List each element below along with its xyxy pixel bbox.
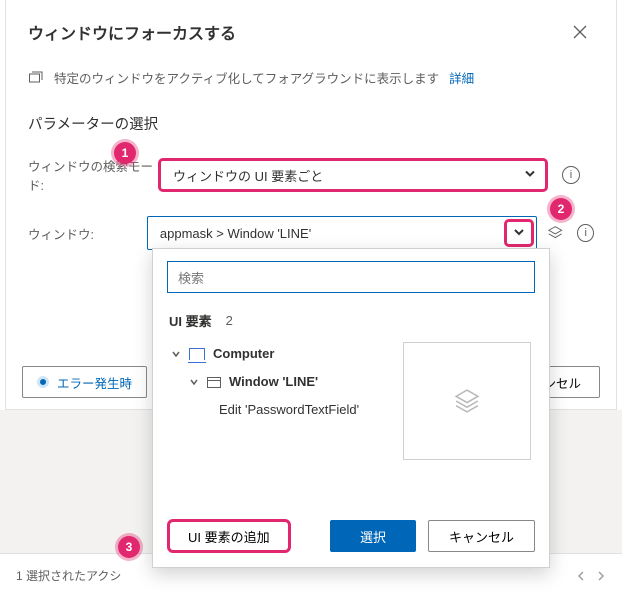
preview-box <box>403 342 531 460</box>
window-label: ウィンドウ: <box>28 224 147 243</box>
tree-node-label: Computer <box>213 340 274 368</box>
tree-node-window[interactable]: Window 'LINE' <box>167 368 363 396</box>
ui-elements-header: UI 要素 2 <box>169 311 535 330</box>
search-mode-select[interactable]: ウィンドウの UI 要素ごと <box>158 158 548 192</box>
monitor-icon <box>189 348 205 360</box>
search-placeholder: 検索 <box>178 268 204 287</box>
info-icon[interactable]: i <box>577 224 594 242</box>
tree-node-label: Edit 'PasswordTextField' <box>219 396 359 424</box>
info-icon[interactable]: i <box>562 166 580 184</box>
popover-cancel-button[interactable]: キャンセル <box>428 520 535 552</box>
on-error-button[interactable]: エラー発生時 <box>22 366 147 398</box>
window-row: ウィンドウ: appmask > Window 'LINE' i <box>28 216 594 250</box>
tree-node-leaf[interactable]: Edit 'PasswordTextField' <box>167 396 363 424</box>
parameters-section-title: パラメーターの選択 <box>28 113 594 134</box>
window-stack-icon <box>28 70 44 86</box>
dialog-description: 特定のウィンドウをアクティブ化してフォアグラウンドに表示します <box>54 68 439 87</box>
chevron-right-icon[interactable] <box>596 571 606 581</box>
chevron-left-icon[interactable] <box>576 571 586 581</box>
window-select-toggle[interactable] <box>504 219 534 247</box>
callout-badge-2: 2 <box>550 198 572 220</box>
layers-icon[interactable] <box>547 224 563 242</box>
popover-footer: UI 要素の追加 選択 キャンセル <box>167 507 535 567</box>
status-pager <box>576 571 606 581</box>
search-mode-label: ウィンドウの検索モード: <box>28 156 158 194</box>
dialog-title: ウィンドウにフォーカスする <box>28 20 236 44</box>
window-icon <box>207 377 221 388</box>
add-ui-element-button[interactable]: UI 要素の追加 <box>167 519 291 553</box>
dialog-description-row: 特定のウィンドウをアクティブ化してフォアグラウンドに表示します 詳細 <box>28 68 594 87</box>
close-icon <box>573 25 587 39</box>
dialog-titlebar: ウィンドウにフォーカスする <box>28 18 594 46</box>
details-link[interactable]: 詳細 <box>449 68 474 87</box>
ui-elements-heading: UI 要素 <box>169 311 212 330</box>
search-mode-row: ウィンドウの検索モード: ウィンドウの UI 要素ごと i <box>28 156 594 194</box>
close-button[interactable] <box>566 18 594 46</box>
callout-badge-1: 1 <box>114 142 136 164</box>
search-mode-value: ウィンドウの UI 要素ごと <box>173 166 323 185</box>
tree-area: Computer Window 'LINE' Edit 'PasswordTex… <box>167 340 535 507</box>
chevron-down-icon <box>171 349 181 359</box>
chevron-down-icon <box>189 377 199 387</box>
status-text: 1 選択されたアクシ <box>16 567 121 584</box>
ui-elements-count: 2 <box>226 313 233 328</box>
select-button[interactable]: 選択 <box>330 520 416 552</box>
error-dot-icon <box>37 376 49 388</box>
ui-element-tree: Computer Window 'LINE' Edit 'PasswordTex… <box>167 340 363 507</box>
tree-node-label: Window 'LINE' <box>229 368 318 396</box>
window-value: appmask > Window 'LINE' <box>160 226 311 241</box>
tree-node-computer[interactable]: Computer <box>167 340 363 368</box>
layers-icon <box>453 387 481 415</box>
window-select[interactable]: appmask > Window 'LINE' <box>147 216 537 250</box>
on-error-label: エラー発生時 <box>57 373 132 392</box>
search-input[interactable]: 検索 <box>167 261 535 293</box>
chevron-down-icon <box>524 168 536 183</box>
ui-element-picker-popover: 検索 UI 要素 2 Computer Window 'LINE' Edit '… <box>152 248 550 568</box>
chevron-down-icon <box>513 226 525 241</box>
callout-badge-3: 3 <box>118 536 140 558</box>
